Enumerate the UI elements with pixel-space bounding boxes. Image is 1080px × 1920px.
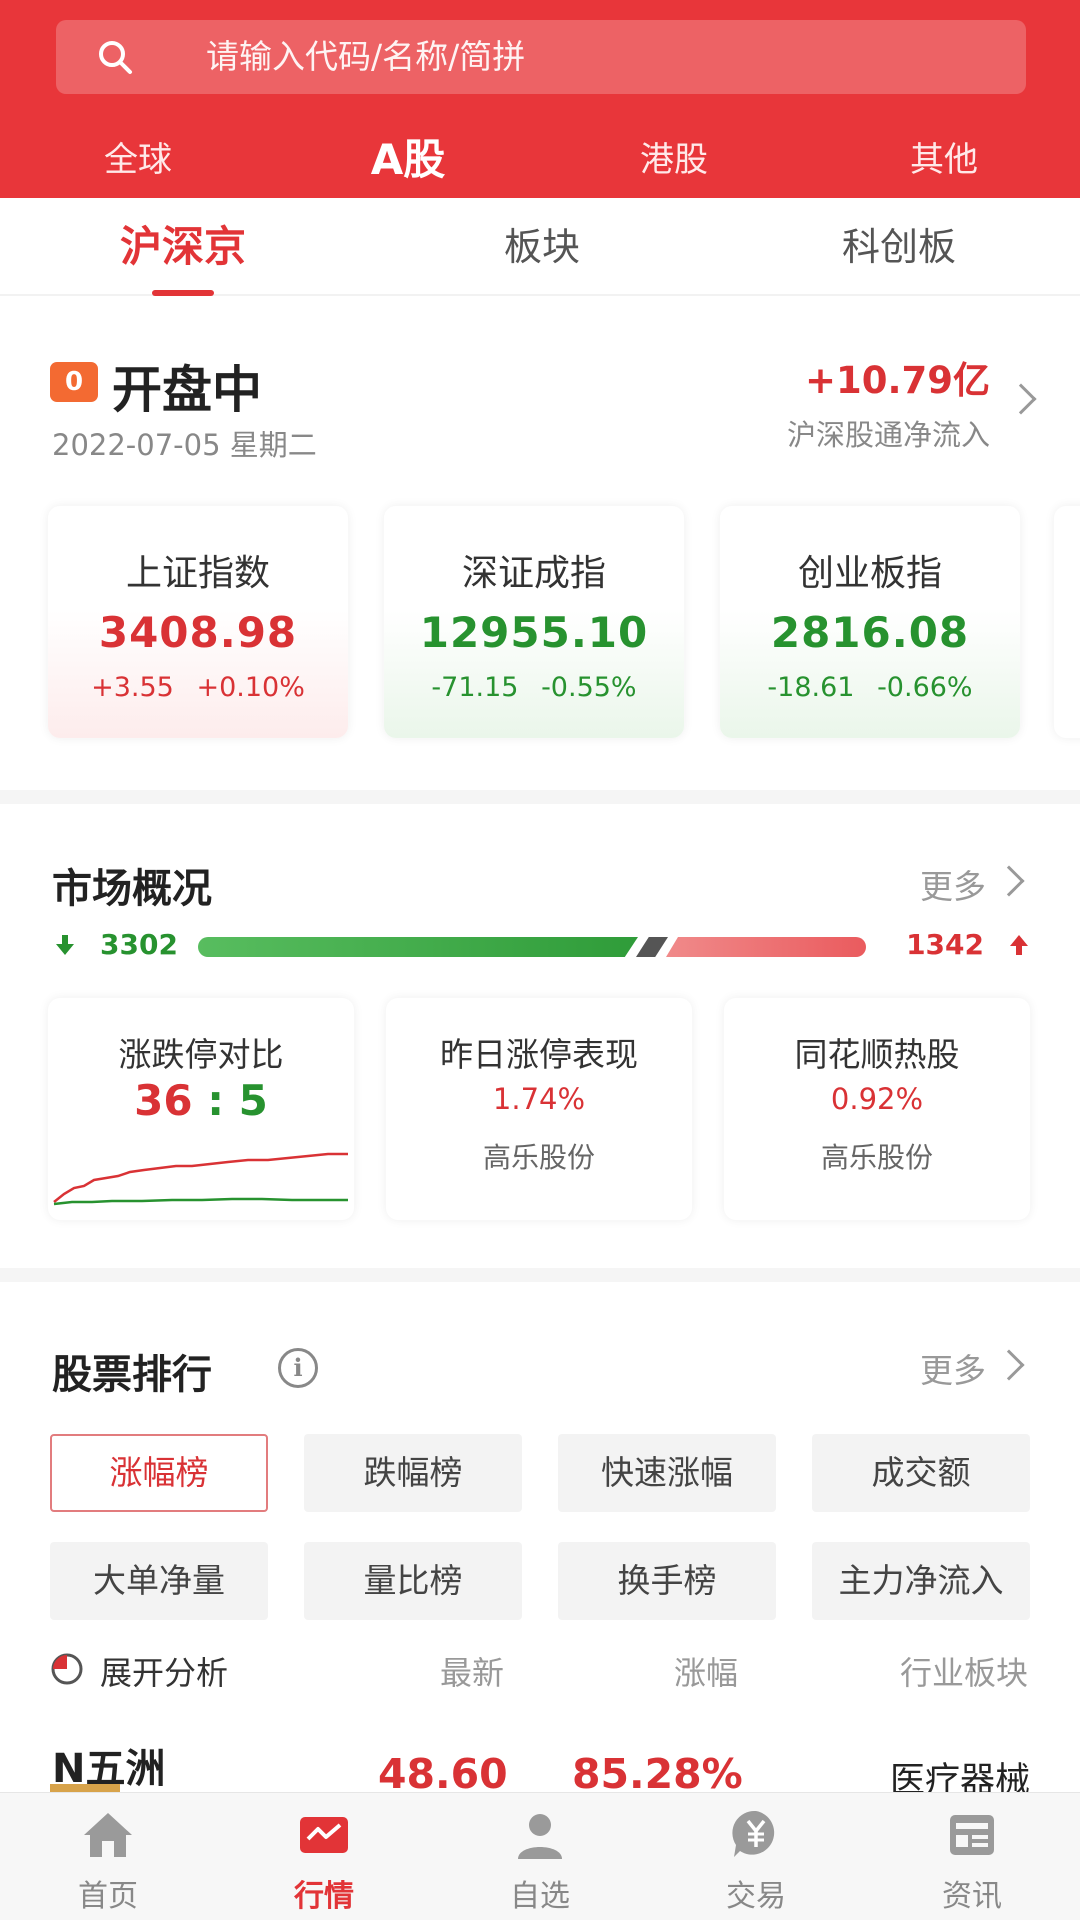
nav-market[interactable]: 行情 <box>216 1793 432 1920</box>
card-value: 1.74% <box>492 1082 586 1116</box>
ratio-separator: : <box>207 1076 224 1125</box>
nav-watchlist[interactable]: 自选 <box>432 1793 648 1920</box>
trading-status-icon: 0 <box>50 362 98 402</box>
stock-change-pct: 85.28% <box>572 1750 743 1798</box>
search-placeholder: 请输入代码/名称/简拼 <box>206 37 526 76</box>
limit-ratio: 36 : 5 <box>48 1076 354 1125</box>
info-icon[interactable]: i <box>278 1348 318 1388</box>
app-header: 请输入代码/名称/简拼 全球 A股 港股 其他 <box>0 0 1080 198</box>
chevron-right-icon[interactable] <box>1005 383 1037 415</box>
yuan-icon <box>732 1810 775 1857</box>
home-icon <box>84 1813 132 1857</box>
overview-more-link[interactable]: 更多 <box>920 860 986 908</box>
rank-tab-volume-ratio[interactable]: 量比榜 <box>304 1542 522 1620</box>
sub-tabs: 沪深京 板块 科创板 <box>0 200 1080 296</box>
advancers-count: 1342 <box>906 928 984 961</box>
tab-other[interactable]: 其他 <box>902 130 986 190</box>
net-inflow-label[interactable]: 沪深股通净流入 <box>787 412 990 454</box>
col-latest[interactable]: 最新 <box>440 1648 504 1694</box>
section-divider <box>0 1268 1080 1282</box>
rank-tab-turnover-rate[interactable]: 换手榜 <box>558 1542 776 1620</box>
limit-trend-sparkline <box>53 1152 348 1206</box>
index-name: 深证成指 <box>461 553 606 594</box>
index-card-shanghai[interactable]: 上证指数 3408.98 +3.55 +0.10% <box>48 506 348 738</box>
market-overview-title: 市场概况 <box>52 866 212 912</box>
ranking-more-link[interactable]: 更多 <box>920 1344 986 1392</box>
card-title: 涨跌停对比 <box>118 1035 284 1074</box>
card-title: 同花顺热股 <box>794 1035 960 1074</box>
decliners-count: 3302 <box>100 928 178 961</box>
index-value: 12955.10 <box>419 608 649 657</box>
search-bar[interactable]: 请输入代码/名称/简拼 <box>56 20 1026 94</box>
advance-segment <box>666 937 866 957</box>
chevron-right-icon[interactable] <box>993 1349 1025 1381</box>
section-divider <box>0 790 1080 804</box>
market-tabs: 全球 A股 港股 其他 <box>0 130 1080 190</box>
index-card-next[interactable] <box>1054 506 1080 738</box>
bottom-nav: 首页 行情 自选 交易 资讯 <box>0 1792 1080 1920</box>
hot-stocks-card[interactable]: 同花顺热股 0.92% 高乐股份 <box>724 998 1030 1220</box>
nav-home[interactable]: 首页 <box>0 1793 216 1920</box>
index-change: -71.15 -0.55% <box>431 672 637 703</box>
subtab-hushenjing[interactable]: 沪深京 <box>110 222 256 272</box>
index-change: -18.61 -0.66% <box>767 672 973 703</box>
rank-tab-fast-rise[interactable]: 快速涨幅 <box>558 1434 776 1512</box>
tab-global[interactable]: 全球 <box>96 130 180 190</box>
news-icon <box>950 1815 994 1855</box>
pie-chart-icon[interactable] <box>50 1652 84 1686</box>
card-stock: 高乐股份 <box>820 1141 933 1174</box>
subtab-indicator <box>152 290 214 296</box>
subtab-sector[interactable]: 板块 <box>492 222 592 272</box>
rank-tab-big-order[interactable]: 大单净量 <box>50 1542 268 1620</box>
index-card-chinext[interactable]: 创业板指 2816.08 -18.61 -0.66% <box>720 506 1020 738</box>
subtab-star-market[interactable]: 科创板 <box>834 222 964 272</box>
col-industry: 行业板块 <box>899 1654 1028 1692</box>
index-value: 3408.98 <box>98 608 298 657</box>
market-chart-icon <box>300 1817 348 1853</box>
search-icon <box>99 41 132 74</box>
decline-segment <box>198 937 638 957</box>
expand-analysis[interactable]: 展开分析 <box>100 1648 228 1694</box>
nav-trade[interactable]: 交易 <box>648 1793 864 1920</box>
card-value: 0.92% <box>830 1082 924 1116</box>
rank-tab-turnover-amount[interactable]: 成交额 <box>812 1434 1030 1512</box>
index-name: 上证指数 <box>125 553 270 594</box>
rank-tab-main-inflow[interactable]: 主力净流入 <box>812 1542 1030 1620</box>
index-change: +3.55 +0.10% <box>91 672 305 703</box>
col-change-pct[interactable]: 涨幅 <box>674 1648 738 1694</box>
rank-tab-losers[interactable]: 跌幅榜 <box>304 1434 522 1512</box>
user-icon <box>518 1814 562 1859</box>
index-card-shenzhen[interactable]: 深证成指 12955.10 -71.15 -0.55% <box>384 506 684 738</box>
flat-segment <box>636 937 668 957</box>
trading-date: 2022-07-05 星期二 <box>52 428 317 462</box>
trading-status-title: 开盘中 <box>112 361 262 419</box>
tab-hk-shares[interactable]: 港股 <box>632 130 716 190</box>
stock-ranking-title: 股票排行 <box>52 1352 212 1398</box>
card-title: 昨日涨停表现 <box>440 1035 638 1074</box>
arrow-up-icon <box>1010 935 1028 955</box>
tab-a-shares[interactable]: A股 <box>356 130 460 190</box>
index-value: 2816.08 <box>770 608 970 657</box>
rank-tab-gainers[interactable]: 涨幅榜 <box>50 1434 268 1512</box>
limit-compare-card[interactable]: 涨跌停对比 36 : 5 <box>48 998 354 1220</box>
chevron-right-icon[interactable] <box>993 865 1025 897</box>
net-inflow-value[interactable]: +10.79亿 <box>805 350 990 404</box>
arrow-down-icon <box>56 935 74 955</box>
nav-news[interactable]: 资讯 <box>864 1793 1080 1920</box>
index-name: 创业板指 <box>797 553 942 594</box>
limit-down-count: 5 <box>238 1076 268 1125</box>
yesterday-limit-up-card[interactable]: 昨日涨停表现 1.74% 高乐股份 <box>386 998 692 1220</box>
card-stock: 高乐股份 <box>482 1141 595 1174</box>
advance-decline-bar <box>198 937 866 957</box>
limit-up-count: 36 <box>134 1076 193 1125</box>
stock-price: 48.60 <box>378 1750 508 1798</box>
